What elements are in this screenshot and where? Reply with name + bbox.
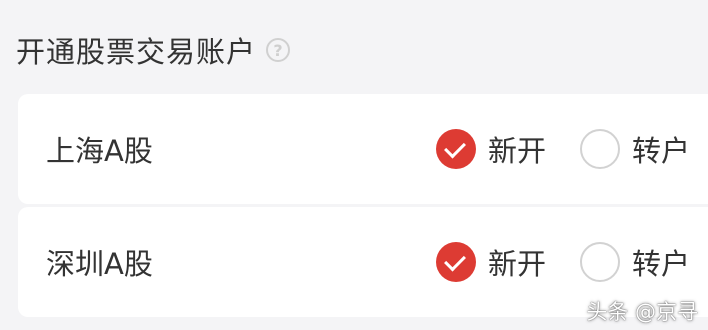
section-header: 开通股票交易账户 ? (16, 28, 291, 72)
watermark: 头条 @京寻 (586, 300, 698, 324)
radio-empty-icon[interactable] (580, 242, 620, 282)
question-circle-icon[interactable]: ? (266, 38, 291, 62)
check-circle-icon[interactable] (436, 129, 476, 169)
new-account-option[interactable]: 新开 (436, 94, 546, 204)
transfer-account-option[interactable]: 转户 (580, 94, 690, 204)
transfer-account-label: 转户 (632, 134, 691, 168)
new-account-option[interactable]: 新开 (436, 207, 546, 317)
transfer-account-label: 转户 (632, 247, 691, 281)
market-label: 上海A股 (46, 134, 153, 168)
new-account-label: 新开 (488, 247, 547, 281)
new-account-label: 新开 (488, 134, 547, 168)
market-label: 深圳A股 (46, 247, 153, 281)
check-circle-icon[interactable] (436, 242, 476, 282)
section-title: 开通股票交易账户 (16, 35, 257, 69)
radio-empty-icon[interactable] (580, 129, 620, 169)
account-row-shanghai: 上海A股 新开 转户 (18, 94, 708, 204)
